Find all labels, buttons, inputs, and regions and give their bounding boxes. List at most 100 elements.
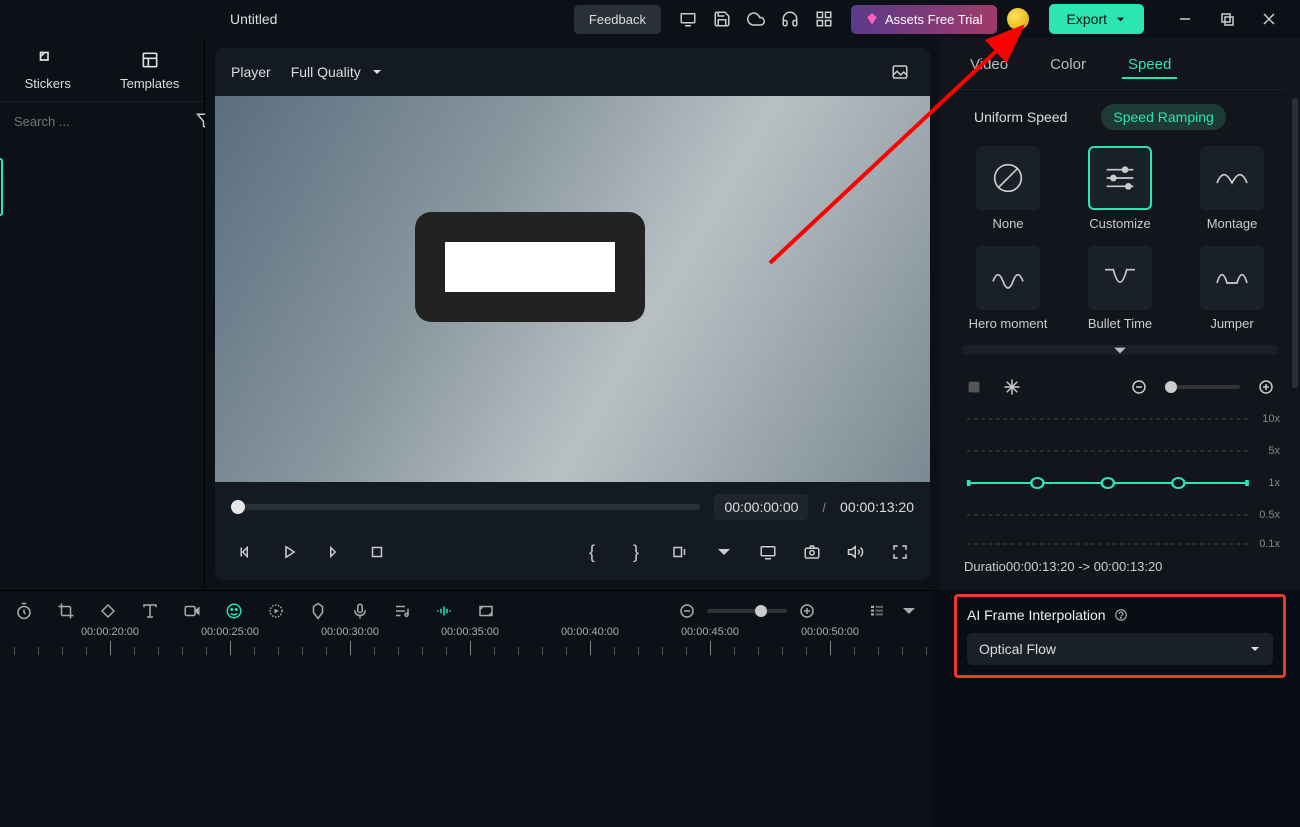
ramp-zoom-slider[interactable] xyxy=(1165,385,1240,389)
timeline-zoom-in[interactable] xyxy=(795,599,819,623)
assets-trial-button[interactable]: Assets Free Trial xyxy=(851,5,997,34)
sub-tab-ramping[interactable]: Speed Ramping xyxy=(1101,104,1225,130)
stickers-tab[interactable]: Stickers xyxy=(25,50,71,91)
timeline-toolbar xyxy=(0,591,933,631)
cloud-icon[interactable] xyxy=(739,2,773,36)
help-icon[interactable] xyxy=(1114,608,1128,622)
grid-icon[interactable] xyxy=(807,2,841,36)
quality-select[interactable]: Full Quality xyxy=(291,64,383,80)
zoom-in-icon[interactable] xyxy=(1254,375,1278,399)
library-body xyxy=(0,140,204,590)
tab-speed[interactable]: Speed xyxy=(1122,52,1177,79)
play-button[interactable] xyxy=(275,538,303,566)
ramp-chart[interactable]: 10x 5x 1x 0.5x 0.1x xyxy=(962,409,1278,549)
text-icon[interactable] xyxy=(138,599,162,623)
timeline-body[interactable] xyxy=(0,661,933,827)
timeline-zoom-out[interactable] xyxy=(675,599,699,623)
templates-label: Templates xyxy=(120,76,179,91)
ruler-label: 00:00:30:00 xyxy=(321,626,379,638)
progress-track[interactable] xyxy=(231,504,700,510)
duration-info: Duratio00:00:13:20 -> 00:00:13:20 xyxy=(954,557,1286,586)
preset-bullet[interactable]: Bullet Time xyxy=(1075,246,1165,332)
next-frame-button[interactable] xyxy=(319,538,347,566)
zoom-out-icon[interactable] xyxy=(1127,375,1151,399)
ruler-label: 00:00:20:00 xyxy=(81,626,139,638)
face-icon[interactable] xyxy=(222,599,246,623)
preset-jumper[interactable]: Jumper xyxy=(1187,246,1277,332)
snapshot-icon[interactable] xyxy=(798,538,826,566)
speed-sub-tabs: Uniform Speed Speed Ramping xyxy=(954,90,1286,142)
ruler-label: 00:00:35:00 xyxy=(441,626,499,638)
volume-icon[interactable] xyxy=(842,538,870,566)
image-icon[interactable] xyxy=(886,58,914,86)
glow-icon[interactable] xyxy=(432,599,456,623)
ylabel-05x: 0.5x xyxy=(1259,509,1280,521)
ruler-label: 00:00:50:00 xyxy=(801,626,859,638)
ai-interpolation-section: AI Frame Interpolation Optical Flow xyxy=(954,594,1286,678)
progress-row: 00:00:00:00 / 00:00:13:20 xyxy=(215,482,930,532)
tag-icon[interactable] xyxy=(96,599,120,623)
headphones-icon[interactable] xyxy=(773,2,807,36)
ylabel-01x: 0.1x xyxy=(1259,538,1280,550)
track-menu-icon[interactable] xyxy=(897,599,921,623)
minimize-button[interactable] xyxy=(1164,2,1206,36)
mic-icon[interactable] xyxy=(348,599,372,623)
prev-frame-button[interactable] xyxy=(231,538,259,566)
sub-tab-uniform[interactable]: Uniform Speed xyxy=(962,104,1079,130)
preset-customize[interactable]: Customize xyxy=(1075,146,1165,232)
selected-asset[interactable] xyxy=(0,158,3,216)
screen-display-icon[interactable] xyxy=(754,538,782,566)
timeline-zoom-slider[interactable] xyxy=(707,609,787,613)
top-bar: Untitled Feedback Assets Free Trial Expo… xyxy=(0,0,1300,38)
search-input[interactable] xyxy=(14,114,190,129)
expand-presets-button[interactable] xyxy=(962,345,1278,355)
ramp-tools xyxy=(954,365,1286,409)
ruler-label: 00:00:45:00 xyxy=(681,626,739,638)
brace-open-icon[interactable]: { xyxy=(578,538,606,566)
feedback-button[interactable]: Feedback xyxy=(574,5,661,34)
progress-thumb[interactable] xyxy=(231,500,245,514)
ruler-label: 00:00:25:00 xyxy=(201,626,259,638)
close-button[interactable] xyxy=(1248,2,1290,36)
fullscreen-icon[interactable] xyxy=(886,538,914,566)
track-view-icon[interactable] xyxy=(865,599,889,623)
ratio-icon[interactable] xyxy=(666,538,694,566)
assets-trial-label: Assets Free Trial xyxy=(885,12,983,27)
screen-icon[interactable] xyxy=(671,2,705,36)
freeze-icon[interactable] xyxy=(1000,375,1024,399)
preset-hero[interactable]: Hero moment xyxy=(963,246,1053,332)
video-preview[interactable] xyxy=(215,96,930,482)
aspect-icon[interactable] xyxy=(474,599,498,623)
timeline-ruler[interactable]: 00:00:20:0000:00:25:0000:00:30:0000:00:3… xyxy=(0,631,933,661)
left-sidebar: Stickers Templates xyxy=(0,38,205,590)
ylabel-10x: 10x xyxy=(1262,413,1280,425)
ylabel-1x: 1x xyxy=(1268,477,1280,489)
music-list-icon[interactable] xyxy=(390,599,414,623)
project-title: Untitled xyxy=(230,11,277,27)
right-scrollbar[interactable] xyxy=(1292,98,1298,388)
marker-icon[interactable] xyxy=(306,599,330,623)
quality-value: Full Quality xyxy=(291,64,361,80)
right-panel: Video Color Speed Uniform Speed Speed Ra… xyxy=(940,38,1300,590)
tab-video[interactable]: Video xyxy=(964,52,1014,79)
theme-icon[interactable] xyxy=(1007,8,1029,30)
marker-off-icon[interactable] xyxy=(962,375,986,399)
save-icon[interactable] xyxy=(705,2,739,36)
settings-dotted-icon[interactable] xyxy=(264,599,288,623)
export-label: Export xyxy=(1067,11,1107,27)
chevron-down-icon[interactable] xyxy=(710,538,738,566)
templates-tab[interactable]: Templates xyxy=(120,50,179,91)
tab-color[interactable]: Color xyxy=(1044,52,1092,79)
timer-icon[interactable] xyxy=(12,599,36,623)
timeline-panel: 00:00:20:00 00:00:25:00 00:00:30:00 00:00:3… xyxy=(0,590,933,827)
brace-close-icon[interactable]: } xyxy=(622,538,650,566)
export-button[interactable]: Export xyxy=(1049,4,1144,34)
preset-montage[interactable]: Montage xyxy=(1187,146,1277,232)
ai-select[interactable]: Optical Flow xyxy=(967,633,1273,665)
preset-none[interactable]: None xyxy=(963,146,1053,232)
stop-button[interactable] xyxy=(363,538,391,566)
maximize-button[interactable] xyxy=(1206,2,1248,36)
crop-icon[interactable] xyxy=(54,599,78,623)
ylabel-5x: 5x xyxy=(1268,445,1280,457)
record-icon[interactable] xyxy=(180,599,204,623)
